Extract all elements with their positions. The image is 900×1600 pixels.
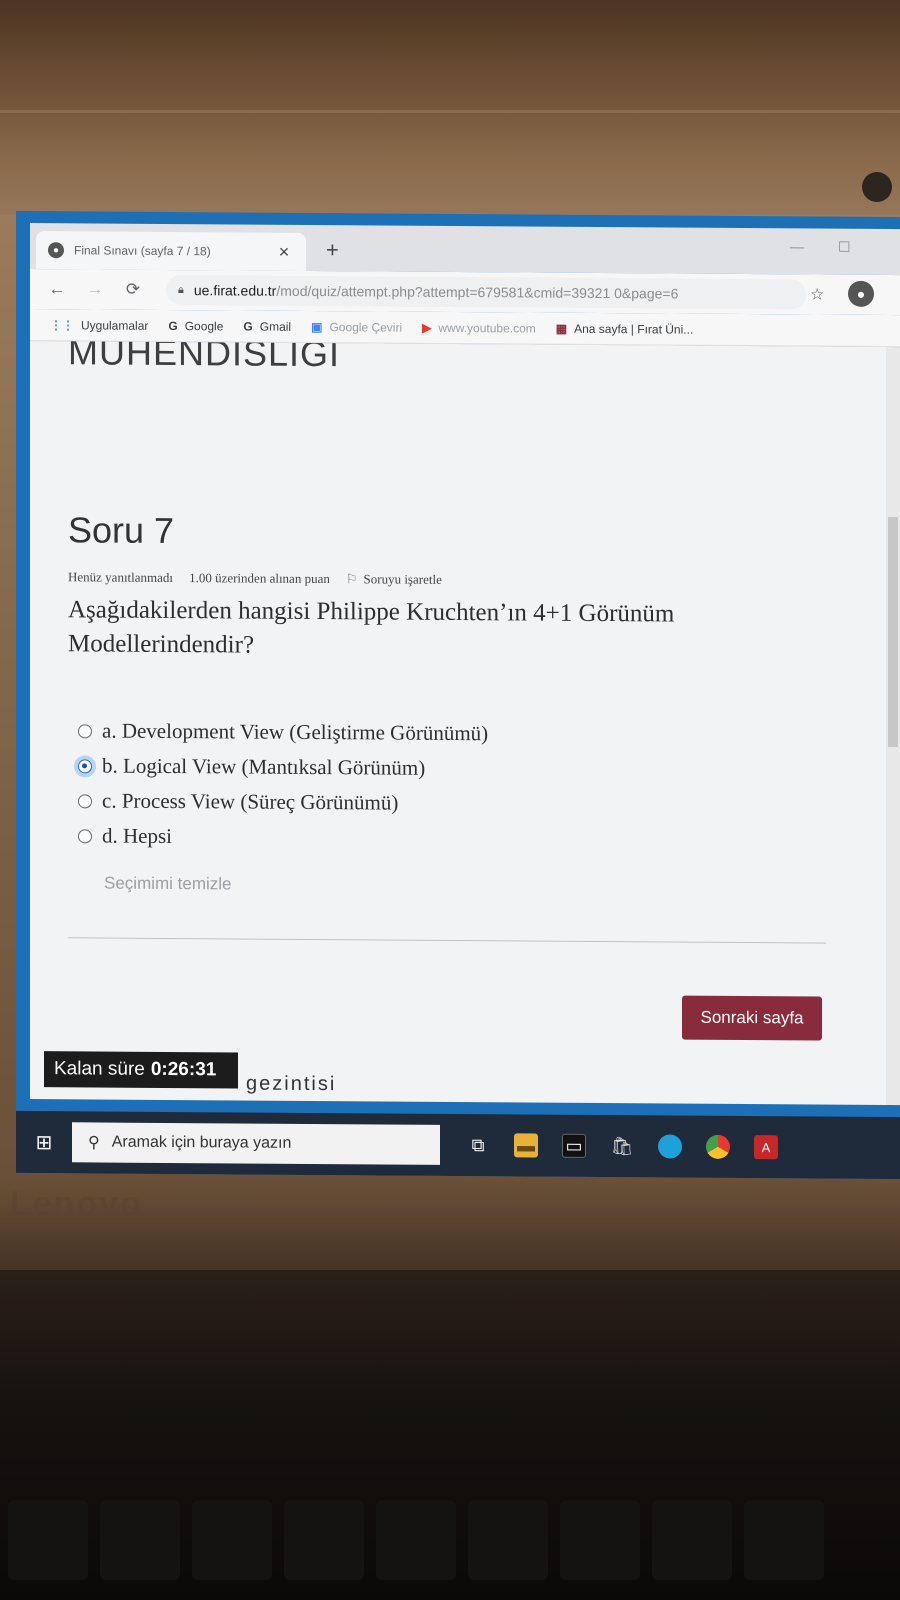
- bookmark-gmail[interactable]: G Gmail: [243, 319, 291, 333]
- keyboard-keys: [0, 1500, 900, 1600]
- keyboard-key: [376, 1500, 456, 1580]
- answer-label: b. Logical View (Mantıksal Görünüm): [102, 753, 426, 780]
- back-icon[interactable]: ←: [48, 279, 66, 299]
- search-icon: ⚲: [88, 1134, 100, 1152]
- bookmark-firat[interactable]: ▦ Ana sayfa | Fırat Üni...: [556, 321, 694, 336]
- taskbar-icons: ⧉ ▬ ▭ 🛍︎ A: [454, 1125, 790, 1167]
- profile-avatar-icon[interactable]: ●: [848, 280, 874, 307]
- keyboard-key: [744, 1500, 824, 1580]
- answer-list: a. Development View (Geliştirme Görünümü…: [78, 713, 488, 856]
- apps-icon: ⋮⋮: [50, 317, 74, 332]
- flag-label: Soruyu işaretle: [363, 571, 442, 587]
- acrobat-icon[interactable]: A: [742, 1127, 790, 1167]
- browser-tab[interactable]: ● Final Sınavı (sayfa 7 / 18) ×: [36, 231, 306, 271]
- edge-icon[interactable]: [646, 1126, 694, 1166]
- quiz-favicon-icon: ●: [48, 242, 64, 259]
- taskbar-search[interactable]: ⚲ Aramak için buraya yazın: [72, 1122, 440, 1165]
- keyboard-key: [468, 1500, 548, 1580]
- keyboard-key: [100, 1500, 180, 1580]
- keyboard-key: [652, 1500, 732, 1580]
- minimize-icon[interactable]: —: [790, 238, 804, 254]
- divider: [68, 937, 826, 944]
- bookmark-star-icon[interactable]: ☆: [810, 284, 824, 304]
- bookmark-label: Gmail: [259, 319, 292, 334]
- radio-button[interactable]: [78, 828, 92, 843]
- clear-choice-link[interactable]: Seçimimi temizle: [104, 874, 232, 895]
- quiz-page: MÜHENDİSLİĞİ Soru 7 Henüz yanıtlanmadı 1…: [30, 341, 886, 1105]
- bookmark-apps[interactable]: ⋮⋮ Uygulamalar: [50, 318, 148, 333]
- site-icon: ▦: [555, 321, 568, 336]
- question-info: Henüz yanıtlanmadı 1.00 üzerinden alınan…: [68, 569, 442, 588]
- time-remaining: Kalan süre 0:26:31: [44, 1051, 238, 1089]
- page-scrollbar-thumb[interactable]: [888, 517, 898, 748]
- quiz-navigation-heading-partial: gezintisi: [246, 1072, 337, 1096]
- file-explorer-icon[interactable]: ▬: [502, 1125, 550, 1165]
- answer-label: a. Development View (Geliştirme Görünümü…: [102, 718, 489, 746]
- url-host: ue.firat.edu.tr: [193, 282, 277, 299]
- screen: ● Final Sınavı (sayfa 7 / 18) × + — ☐ ← …: [16, 210, 900, 1180]
- answer-option-a[interactable]: a. Development View (Geliştirme Görünümü…: [78, 713, 488, 751]
- course-title: MÜHENDİSLİĞİ: [68, 341, 341, 375]
- google-icon: G: [168, 318, 178, 333]
- terminal-icon[interactable]: ▭: [550, 1126, 598, 1166]
- bookmark-label: Google Çeviri: [329, 319, 403, 335]
- browser-toolbar: ← → ⟳ 🔒︎ ue.firat.edu.tr/mod/quiz/attemp…: [30, 269, 900, 316]
- answer-label: c. Process View (Süreç Görünümü): [102, 788, 399, 815]
- taskbar-search-placeholder: Aramak için buraya yazın: [111, 1133, 292, 1152]
- task-view-icon[interactable]: ⧉: [454, 1125, 502, 1165]
- question-number: Soru 7: [68, 509, 175, 552]
- url-path: /mod/quiz/attempt.php?attempt=679581&cmi…: [276, 282, 679, 302]
- timer-label: Kalan süre: [54, 1058, 145, 1080]
- tab-close-icon[interactable]: ×: [274, 241, 294, 262]
- windows-taskbar: ⊞ ⚲ Aramak için buraya yazın ⧉ ▬ ▭ 🛍︎ A: [16, 1110, 900, 1180]
- bookmark-label: www.youtube.com: [438, 320, 536, 336]
- bezel-edge: [0, 110, 900, 113]
- timer-value: 0:26:31: [150, 1058, 217, 1081]
- keyboard-key: [192, 1500, 272, 1580]
- maximize-icon[interactable]: ☐: [838, 239, 851, 256]
- answer-option-d[interactable]: d. Hepsi: [78, 818, 488, 856]
- forward-icon[interactable]: →: [86, 279, 104, 299]
- answer-label: d. Hepsi: [102, 823, 172, 849]
- radio-button-selected[interactable]: [78, 758, 92, 773]
- question-text: Aşağıdakilerden hangisi Philippe Kruchte…: [68, 596, 675, 659]
- question-points: 1.00 üzerinden alınan puan: [189, 570, 330, 587]
- lock-icon: 🔒︎: [178, 283, 184, 296]
- question-status: Henüz yanıtlanmadı: [68, 569, 174, 586]
- bookmark-label: Uygulamalar: [81, 317, 149, 333]
- flag-icon: ⚐: [345, 571, 358, 587]
- webcam: [862, 172, 892, 202]
- next-page-button[interactable]: Sonraki sayfa: [682, 995, 822, 1041]
- tab-strip: ● Final Sınavı (sayfa 7 / 18) × + — ☐: [30, 223, 900, 276]
- bookmark-label: Ana sayfa | Fırat Üni...: [574, 321, 694, 337]
- reload-icon[interactable]: ⟳: [124, 280, 142, 300]
- tab-title: Final Sınavı (sayfa 7 / 18): [74, 243, 211, 259]
- flag-question-link[interactable]: ⚐ Soruyu işaretle: [346, 571, 442, 588]
- bookmark-google[interactable]: G Google: [168, 318, 223, 332]
- answer-option-c[interactable]: c. Process View (Süreç Görünümü): [78, 783, 488, 821]
- youtube-icon: ▶: [422, 320, 432, 335]
- bookmark-label: Google: [184, 318, 224, 333]
- keyboard-key: [8, 1500, 88, 1580]
- answer-option-b[interactable]: b. Logical View (Mantıksal Görünüm): [78, 748, 488, 786]
- chrome-icon[interactable]: [694, 1127, 742, 1167]
- windows-start-icon[interactable]: ⊞: [16, 1129, 72, 1154]
- address-bar[interactable]: 🔒︎ ue.firat.edu.tr/mod/quiz/attempt.php?…: [166, 274, 806, 310]
- keyboard-key: [284, 1500, 364, 1580]
- radio-button[interactable]: [78, 723, 92, 738]
- bookmark-youtube[interactable]: ▶ www.youtube.com: [422, 320, 536, 335]
- laptop-bezel-top: [0, 0, 900, 215]
- new-tab-button[interactable]: +: [326, 237, 339, 263]
- translate-icon: ▣: [311, 319, 323, 334]
- radio-button[interactable]: [78, 793, 92, 808]
- store-icon[interactable]: 🛍︎: [598, 1126, 646, 1166]
- laptop-brand-logo: Lenovo: [10, 1185, 143, 1223]
- keyboard-key: [560, 1500, 640, 1580]
- google-icon: G: [243, 319, 253, 334]
- bookmark-translate[interactable]: ▣ Google Çeviri: [311, 319, 402, 334]
